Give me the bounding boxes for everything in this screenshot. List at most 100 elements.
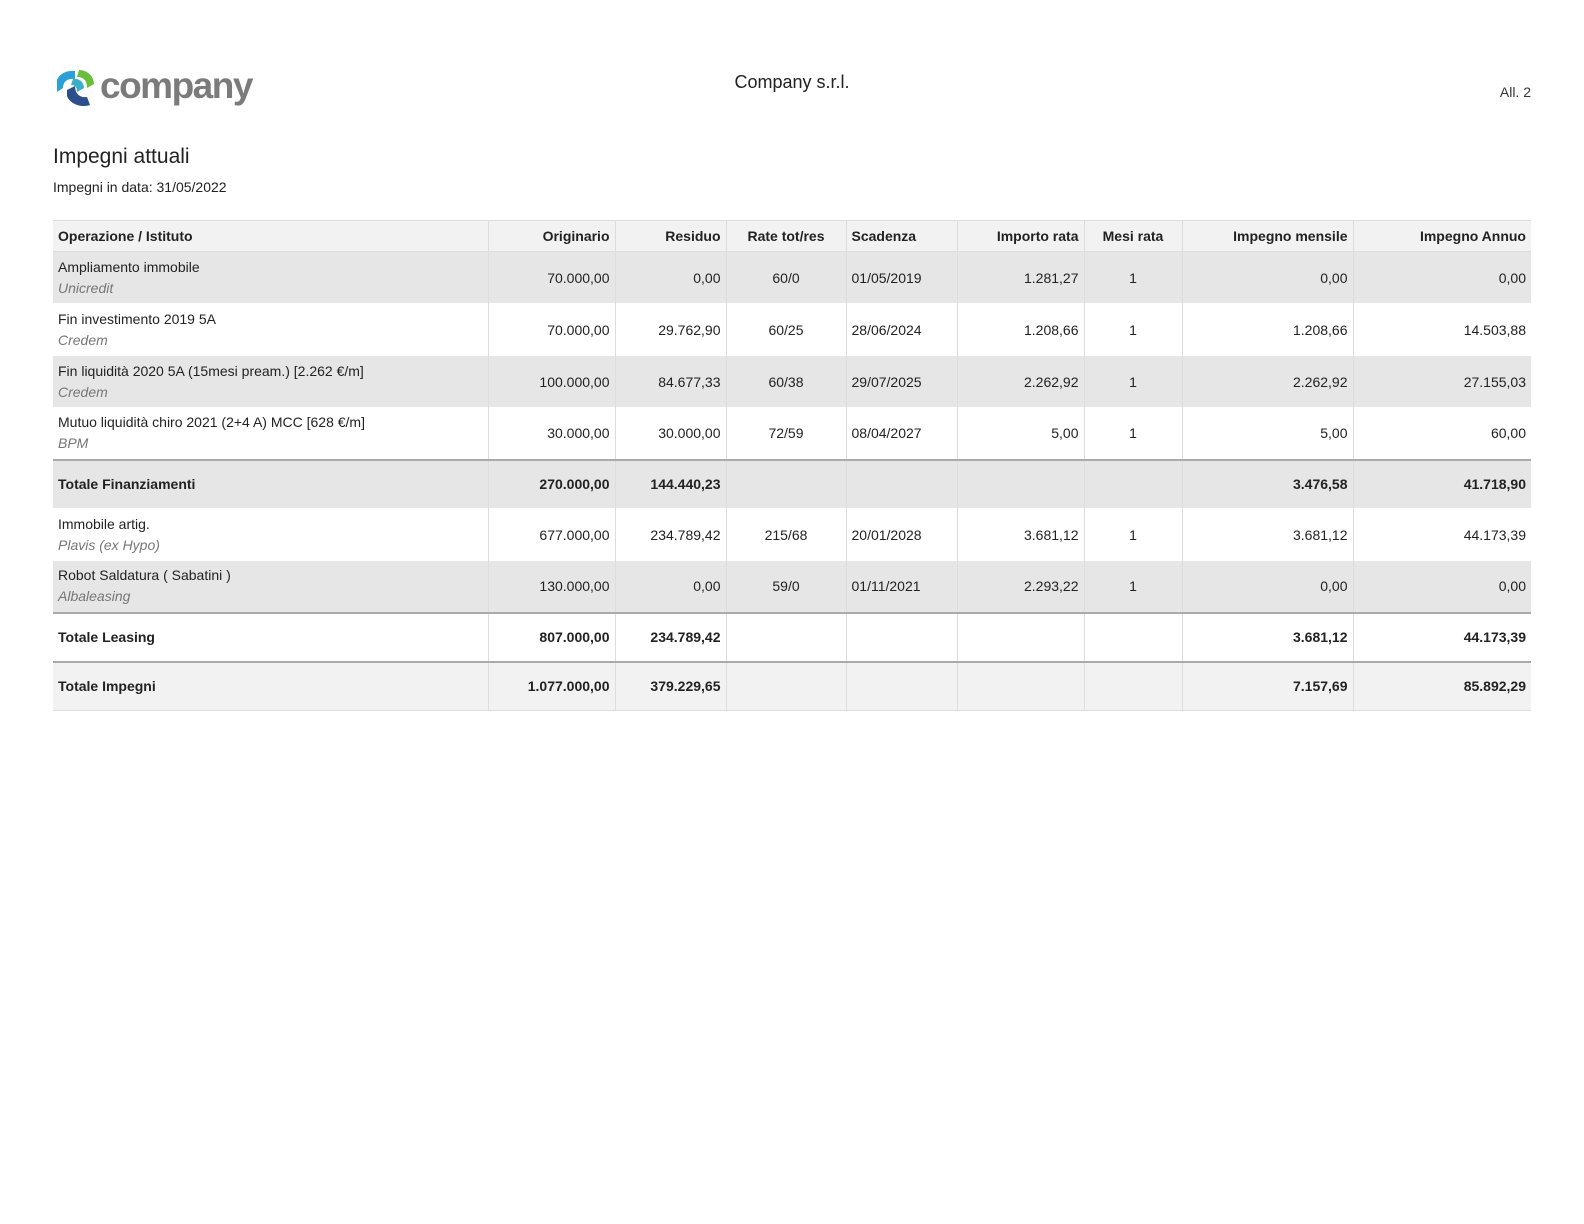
total-leasing-label: Totale Leasing <box>53 611 488 662</box>
cell-importo-rata: 2.262,92 <box>956 355 1084 408</box>
cell-rate: 60/38 <box>725 355 846 408</box>
total-financing-label: Totale Finanziamenti <box>53 458 488 509</box>
total-financing-residuo: 144.440,23 <box>614 458 726 509</box>
page: company Company s.r.l. All. 2 Impegni at… <box>0 0 1584 1224</box>
col-header-importo-rata: Importo rata <box>956 220 1084 252</box>
cell-rate: 59/0 <box>725 560 846 613</box>
table-row: Robot Saldatura ( Sabatini ) Albaleasing … <box>53 560 1531 613</box>
cell-rate: 215/68 <box>725 508 846 561</box>
table-header-row: Operazione / Istituto Originario Residuo… <box>53 220 1531 252</box>
cell-importo-rata: 5,00 <box>956 407 1084 460</box>
cell-importo-rata: 3.681,12 <box>956 508 1084 561</box>
cell-mesi-rata: 1 <box>1083 560 1182 613</box>
cell-importo-rata: 1.208,66 <box>956 303 1084 356</box>
cell-originario: 30.000,00 <box>487 407 615 460</box>
institute-name: Plavis (ex Hypo) <box>58 536 160 553</box>
cell-residuo: 84.677,33 <box>614 355 726 408</box>
institute-name: Credem <box>58 383 108 400</box>
cell-residuo: 234.789,42 <box>614 508 726 561</box>
operation-name: Immobile artig. <box>58 515 150 532</box>
total-commitments-annuo: 85.892,29 <box>1352 660 1531 711</box>
empty-cell <box>725 458 846 509</box>
cell-originario: 70.000,00 <box>487 303 615 356</box>
cell-residuo: 29.762,90 <box>614 303 726 356</box>
operation-name: Robot Saldatura ( Sabatini ) <box>58 567 231 584</box>
cell-originario: 677.000,00 <box>487 508 615 561</box>
col-header-impegno-mensile: Impegno mensile <box>1181 220 1353 252</box>
cell-impegno-annuo: 0,00 <box>1352 560 1531 613</box>
total-commitments-label: Totale Impegni <box>53 660 488 711</box>
col-header-mesi-rata: Mesi rata <box>1083 220 1182 252</box>
total-leasing-residuo: 234.789,42 <box>614 611 726 662</box>
cell-impegno-mensile: 3.681,12 <box>1181 508 1353 561</box>
cell-impegno-annuo: 27.155,03 <box>1352 355 1531 408</box>
cell-residuo: 0,00 <box>614 560 726 613</box>
total-leasing-row: Totale Leasing 807.000,00 234.789,42 3.6… <box>53 611 1531 662</box>
total-financing-mensile: 3.476,58 <box>1181 458 1353 509</box>
cell-scadenza: 20/01/2028 <box>845 508 957 561</box>
cell-importo-rata: 1.281,27 <box>956 251 1084 304</box>
cell-impegno-mensile: 1.208,66 <box>1181 303 1353 356</box>
cell-originario: 70.000,00 <box>487 251 615 304</box>
total-leasing-originario: 807.000,00 <box>487 611 615 662</box>
empty-cell <box>956 660 1084 711</box>
empty-cell <box>725 611 846 662</box>
total-commitments-mensile: 7.157,69 <box>1181 660 1353 711</box>
empty-cell <box>1083 458 1182 509</box>
institute-name: Credem <box>58 331 108 348</box>
cell-rate: 60/0 <box>725 251 846 304</box>
institute-name: Albaleasing <box>58 588 131 605</box>
cell-impegno-mensile: 0,00 <box>1181 251 1353 304</box>
cell-mesi-rata: 1 <box>1083 303 1182 356</box>
total-financing-row: Totale Finanziamenti 270.000,00 144.440,… <box>53 458 1531 509</box>
total-financing-originario: 270.000,00 <box>487 458 615 509</box>
page-subtitle: Impegni in data: 31/05/2022 <box>53 179 227 195</box>
cell-scadenza: 08/04/2027 <box>845 407 957 460</box>
cell-residuo: 0,00 <box>614 251 726 304</box>
operation-name: Fin liquidità 2020 5A (15mesi pream.) [2… <box>58 362 364 379</box>
operation-name: Ampliamento immobile <box>58 258 200 275</box>
cell-mesi-rata: 1 <box>1083 407 1182 460</box>
cell-rate: 72/59 <box>725 407 846 460</box>
cell-impegno-annuo: 44.173,39 <box>1352 508 1531 561</box>
cell-originario: 130.000,00 <box>487 560 615 613</box>
total-commitments-row: Totale Impegni 1.077.000,00 379.229,65 7… <box>53 660 1531 711</box>
empty-cell <box>845 611 957 662</box>
cell-operazione: Ampliamento immobile Unicredit <box>53 251 488 304</box>
cell-operazione: Fin investimento 2019 5A Credem <box>53 303 488 356</box>
table-row: Mutuo liquidità chiro 2021 (2+4 A) MCC [… <box>53 407 1531 460</box>
total-commitments-residuo: 379.229,65 <box>614 660 726 711</box>
commitments-table: Operazione / Istituto Originario Residuo… <box>53 220 1531 711</box>
cell-scadenza: 28/06/2024 <box>845 303 957 356</box>
institute-name: Unicredit <box>58 279 114 296</box>
empty-cell <box>1083 660 1182 711</box>
table-row: Ampliamento immobile Unicredit 70.000,00 … <box>53 251 1531 304</box>
cell-impegno-annuo: 14.503,88 <box>1352 303 1531 356</box>
cell-impegno-mensile: 2.262,92 <box>1181 355 1353 408</box>
cell-originario: 100.000,00 <box>487 355 615 408</box>
col-header-rate: Rate tot/res <box>725 220 846 252</box>
empty-cell <box>845 458 957 509</box>
cell-mesi-rata: 1 <box>1083 355 1182 408</box>
col-header-operazione: Operazione / Istituto <box>53 220 488 252</box>
cell-impegno-annuo: 0,00 <box>1352 251 1531 304</box>
cell-mesi-rata: 1 <box>1083 251 1182 304</box>
cell-importo-rata: 2.293,22 <box>956 560 1084 613</box>
table-row: Immobile artig. Plavis (ex Hypo) 677.000,… <box>53 508 1531 561</box>
cell-operazione: Mutuo liquidità chiro 2021 (2+4 A) MCC [… <box>53 407 488 460</box>
company-name: Company s.r.l. <box>734 72 850 92</box>
cell-impegno-mensile: 5,00 <box>1181 407 1353 460</box>
cell-scadenza: 29/07/2025 <box>845 355 957 408</box>
cell-rate: 60/25 <box>725 303 846 356</box>
cell-operazione: Immobile artig. Plavis (ex Hypo) <box>53 508 488 561</box>
page-title: Impegni attuali <box>53 145 190 168</box>
cell-residuo: 30.000,00 <box>614 407 726 460</box>
total-financing-annuo: 41.718,90 <box>1352 458 1531 509</box>
col-header-originario: Originario <box>487 220 615 252</box>
cell-impegno-annuo: 60,00 <box>1352 407 1531 460</box>
total-leasing-mensile: 3.681,12 <box>1181 611 1353 662</box>
institute-name: BPM <box>58 435 89 452</box>
cell-operazione: Fin liquidità 2020 5A (15mesi pream.) [2… <box>53 355 488 408</box>
annex-label: All. 2 <box>1499 84 1531 100</box>
operation-name: Mutuo liquidità chiro 2021 (2+4 A) MCC [… <box>58 414 365 431</box>
